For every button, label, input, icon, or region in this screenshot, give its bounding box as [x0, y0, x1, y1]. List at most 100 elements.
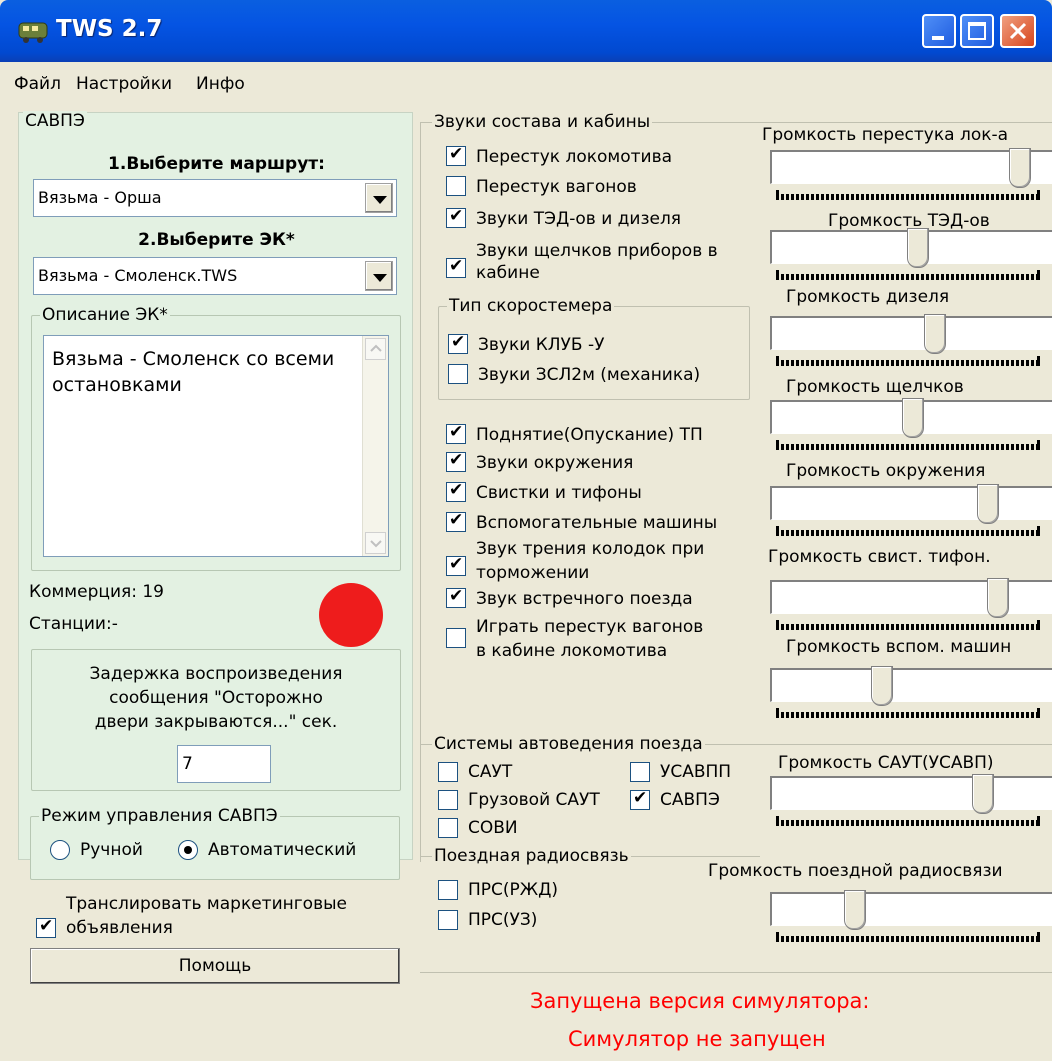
sound-checkbox-label[interactable]: торможении — [476, 562, 589, 584]
sound-checkbox-label[interactable]: Звуки щелчков приборов в — [476, 240, 718, 262]
auto-system-checkbox[interactable] — [438, 790, 458, 810]
auto-system-label[interactable]: Грузовой САУТ — [468, 789, 600, 811]
sound-checkbox[interactable] — [446, 206, 466, 228]
sound-checkbox[interactable] — [446, 480, 466, 502]
menu-info[interactable]: Инфо — [196, 74, 245, 94]
scroll-down-icon[interactable] — [365, 532, 386, 554]
auto-system-label[interactable]: СОВИ — [468, 817, 518, 839]
slider-track[interactable] — [770, 776, 1052, 810]
sound-checkbox-label[interactable]: Вспомогательные машины — [476, 512, 717, 534]
sound-checkbox-label[interactable]: Звуки ТЭД-ов и дизеля — [476, 208, 681, 230]
scroll-up-icon[interactable] — [365, 338, 386, 360]
slider-track[interactable] — [770, 580, 1052, 614]
sound-checkbox[interactable] — [446, 176, 466, 196]
close-button[interactable] — [1000, 14, 1036, 48]
volume-slider[interactable] — [770, 228, 1052, 292]
scrollbar[interactable] — [362, 336, 388, 556]
slider-thumb[interactable] — [987, 578, 1009, 618]
radio-checkbox[interactable] — [438, 910, 458, 930]
auto-system-checkbox[interactable] — [630, 788, 650, 810]
auto-system-label[interactable]: САУТ — [468, 761, 512, 783]
chevron-down-icon[interactable] — [365, 183, 393, 213]
savpe-group-title: САВПЭ — [23, 111, 87, 131]
sound-checkbox[interactable] — [446, 510, 466, 532]
menu-file[interactable]: Файл — [14, 74, 61, 94]
slider-ticks — [776, 190, 1040, 200]
mode-manual-label[interactable]: Ручной — [80, 839, 143, 861]
sound-checkbox[interactable] — [446, 256, 466, 278]
auto-system-checkbox[interactable] — [630, 762, 650, 782]
volume-slider[interactable] — [770, 484, 1052, 548]
volume-slider[interactable] — [770, 314, 1052, 378]
sound-checkbox[interactable] — [446, 144, 466, 166]
help-button[interactable]: Помощь — [30, 948, 400, 984]
slider-thumb[interactable] — [871, 666, 893, 706]
sound-checkbox[interactable] — [446, 422, 466, 444]
mode-auto-radio[interactable] — [178, 840, 198, 860]
volume-slider[interactable] — [770, 578, 1052, 642]
train-icon — [18, 22, 48, 43]
auto-system-checkbox[interactable] — [438, 818, 458, 838]
sound-checkbox-label[interactable]: Свистки и тифоны — [476, 482, 642, 504]
ek-select[interactable]: Вязьма - Смоленск.TWS — [33, 257, 397, 295]
minimize-button[interactable] — [922, 14, 956, 48]
chevron-down-icon[interactable] — [365, 261, 393, 291]
slider-thumb[interactable] — [902, 398, 924, 438]
radio-checkbox[interactable] — [438, 880, 458, 900]
speedometer-checkbox[interactable] — [448, 364, 468, 384]
description-textarea[interactable]: Вязьма - Смоленск со всеми остановками — [43, 335, 389, 557]
route-select[interactable]: Вязьма - Орша — [33, 179, 397, 217]
volume-slider[interactable] — [770, 774, 1052, 838]
menu-settings[interactable]: Настройки — [76, 74, 172, 94]
slider-thumb[interactable] — [924, 314, 946, 354]
slider-thumb[interactable] — [977, 484, 999, 524]
sound-checkbox-label[interactable]: Звук трения колодок при — [476, 538, 704, 560]
slider-thumb[interactable] — [972, 774, 994, 814]
radio-label[interactable]: ПРС(УЗ) — [468, 909, 537, 931]
sound-checkbox-label[interactable]: Перестук локомотива — [476, 146, 672, 168]
slider-ticks — [776, 816, 1040, 826]
marketing-label-2[interactable]: объявления — [66, 917, 173, 939]
status-line-2: Симулятор не запущен — [568, 1027, 826, 1051]
sound-checkbox-label[interactable]: кабине — [476, 262, 540, 284]
sound-checkbox-label[interactable]: в кабине локомотива — [476, 640, 667, 662]
volume-slider[interactable] — [770, 398, 1052, 462]
marketing-checkbox[interactable] — [36, 916, 56, 938]
sound-checkbox[interactable] — [446, 628, 466, 648]
sound-checkbox-label[interactable]: Перестук вагонов — [476, 176, 637, 198]
sound-checkbox-label[interactable]: Поднятие(Опускание) ТП — [476, 424, 703, 446]
slider-thumb[interactable] — [1009, 148, 1031, 188]
delay-input[interactable]: 7 — [177, 745, 271, 783]
speedometer-checkbox[interactable] — [448, 332, 468, 354]
sound-checkbox-label[interactable]: Звук встречного поезда — [476, 588, 693, 610]
slider-thumb[interactable] — [844, 890, 866, 930]
auto-system-checkbox[interactable] — [438, 762, 458, 782]
volume-slider[interactable] — [770, 890, 1052, 954]
volume-label: Громкость окружения — [786, 461, 986, 481]
sound-checkbox-label[interactable]: Играть перестук вагонов — [476, 616, 703, 638]
slider-track[interactable] — [770, 892, 1052, 926]
mode-manual-radio[interactable] — [50, 840, 70, 860]
slider-track[interactable] — [770, 316, 1052, 350]
sound-checkbox[interactable] — [446, 554, 466, 576]
volume-slider[interactable] — [770, 148, 1052, 212]
marketing-label-1[interactable]: Транслировать маркетинговые — [66, 893, 347, 915]
auto-system-label[interactable]: УСАВПП — [660, 761, 731, 783]
auto-system-label[interactable]: САВПЭ — [660, 789, 720, 811]
auto-group-title: Системы автоведения поезда — [432, 734, 705, 754]
title-bar[interactable]: TWS 2.7 — [0, 0, 1052, 62]
sound-checkbox-label[interactable]: Звуки окружения — [476, 452, 633, 474]
stations-label: Станции:- — [29, 614, 118, 634]
slider-track[interactable] — [770, 668, 1052, 702]
volume-slider[interactable] — [770, 666, 1052, 730]
radio-label[interactable]: ПРС(РЖД) — [468, 879, 558, 901]
maximize-button[interactable] — [960, 14, 994, 48]
sound-checkbox[interactable] — [446, 586, 466, 608]
mode-auto-label[interactable]: Автоматический — [208, 839, 356, 861]
speedometer-checkbox-label[interactable]: Звуки КЛУБ -У — [478, 334, 604, 356]
speedometer-checkbox-label[interactable]: Звуки ЗСЛ2м (механика) — [478, 364, 700, 386]
sound-checkbox[interactable] — [446, 450, 466, 472]
slider-thumb[interactable] — [907, 228, 929, 268]
slider-track[interactable] — [770, 486, 1052, 520]
radio-group-title: Поездная радиосвязь — [432, 846, 631, 866]
